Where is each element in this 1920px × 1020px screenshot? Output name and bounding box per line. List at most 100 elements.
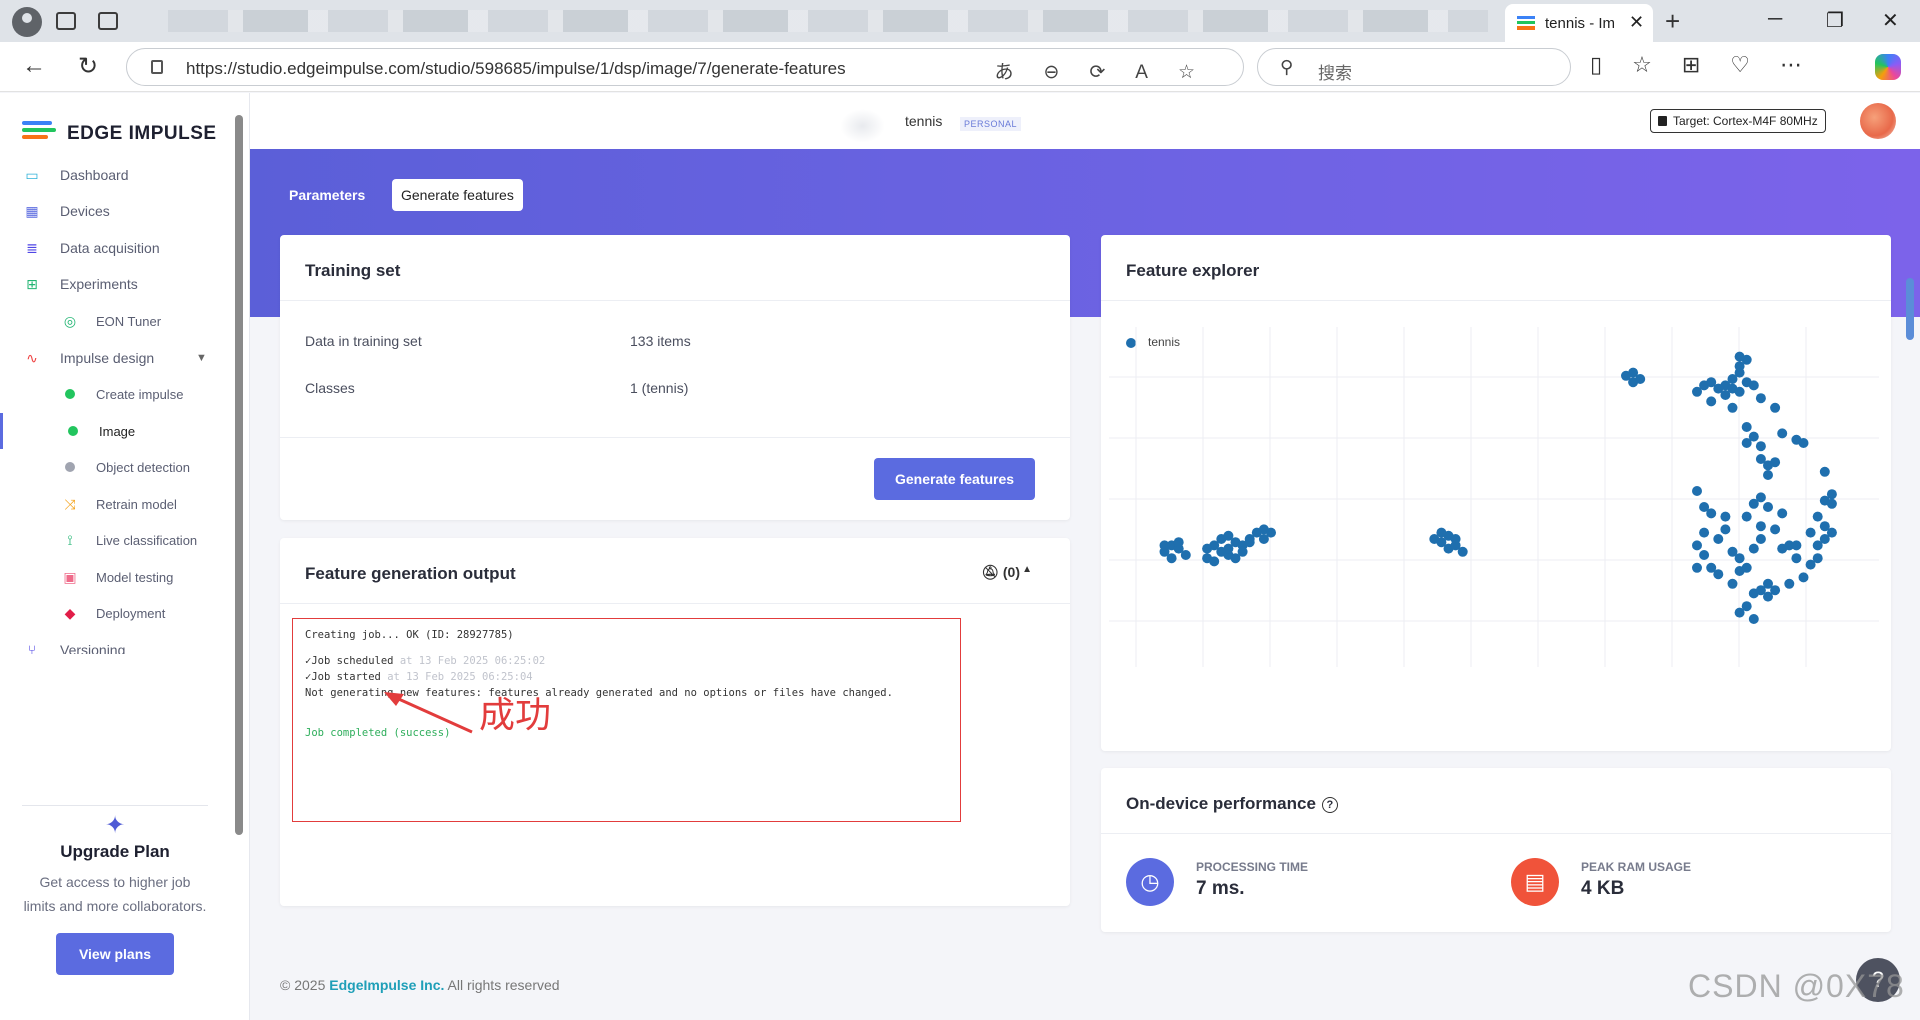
sidebar-item-image[interactable]: Image — [0, 413, 230, 449]
data-point[interactable] — [1805, 527, 1816, 538]
sidebar-item-devices[interactable]: ▦ Devices — [0, 193, 230, 229]
data-point[interactable] — [1741, 422, 1752, 432]
data-point[interactable] — [1791, 540, 1802, 551]
chevron-down-icon[interactable]: ▼ — [196, 352, 207, 364]
data-point[interactable] — [1770, 402, 1781, 413]
data-point[interactable] — [1755, 393, 1766, 404]
data-point[interactable] — [1770, 457, 1781, 468]
sidebar-item-impulse-design[interactable]: ∿ Impulse design ▼ — [0, 340, 230, 376]
data-point[interactable] — [1159, 540, 1170, 551]
data-point[interactable] — [1237, 546, 1248, 557]
data-point[interactable] — [1258, 534, 1269, 544]
data-point[interactable] — [1727, 578, 1738, 589]
user-avatar[interactable] — [1860, 103, 1896, 139]
sidebar-item-dashboard[interactable]: ▭ Dashboard — [0, 157, 230, 193]
data-point[interactable] — [1741, 601, 1752, 612]
data-point[interactable] — [1706, 377, 1717, 388]
copilot-icon[interactable] — [1875, 54, 1901, 80]
data-point[interactable] — [1755, 492, 1766, 503]
data-point[interactable] — [1429, 534, 1440, 544]
minimize-icon[interactable]: ─ — [1768, 8, 1782, 31]
sidebar-item-experiments[interactable]: ⊞ Experiments — [0, 266, 230, 302]
sidebar-item-eon-tuner[interactable]: ◎ EON Tuner — [0, 303, 230, 339]
data-point[interactable] — [1706, 396, 1717, 407]
data-point[interactable] — [1223, 543, 1234, 554]
data-point[interactable] — [1692, 486, 1702, 496]
data-point[interactable] — [1209, 556, 1220, 567]
feature-scatter-plot[interactable] — [1109, 327, 1879, 727]
sidebar-item-deployment[interactable]: ◆ Deployment — [0, 595, 230, 631]
maximize-icon[interactable]: ❐ — [1826, 8, 1844, 33]
data-point[interactable] — [1244, 537, 1255, 548]
data-point[interactable] — [1826, 498, 1837, 509]
target-device-button[interactable]: Target: Cortex-M4F 80MHz — [1650, 109, 1826, 133]
help-icon[interactable]: ? — [1321, 796, 1338, 813]
back-icon[interactable]: ← — [22, 52, 46, 80]
data-point[interactable] — [1812, 540, 1823, 551]
data-point[interactable] — [1770, 524, 1781, 535]
generate-features-button[interactable]: Generate features — [874, 458, 1036, 500]
workspaces-icon[interactable] — [56, 12, 76, 30]
data-point[interactable] — [1755, 534, 1766, 544]
data-point[interactable] — [1450, 534, 1461, 544]
data-point[interactable] — [1798, 438, 1809, 448]
data-point[interactable] — [1741, 562, 1752, 573]
data-point[interactable] — [1692, 540, 1702, 551]
data-point[interactable] — [1755, 441, 1766, 452]
tab-generate-features[interactable]: Generate features — [392, 179, 523, 211]
data-point[interactable] — [1706, 508, 1717, 519]
data-point[interactable] — [1180, 550, 1191, 560]
data-point[interactable] — [1748, 614, 1759, 624]
data-point[interactable] — [1699, 527, 1710, 538]
data-point[interactable] — [1791, 553, 1802, 564]
data-point[interactable] — [1819, 466, 1830, 477]
url-field[interactable]: https://studio.edgeimpulse.com/studio/59… — [126, 48, 1244, 86]
data-point[interactable] — [1777, 428, 1788, 439]
sidebar-item-data-acquisition[interactable]: ≣ Data acquisition — [0, 230, 230, 266]
project-name[interactable]: tennis — [905, 113, 942, 129]
new-tab-icon[interactable]: + — [1665, 6, 1680, 37]
company-link[interactable]: EdgeImpulse Inc. — [329, 977, 444, 993]
close-tab-icon[interactable]: ✕ — [1629, 12, 1644, 33]
data-point[interactable] — [1763, 502, 1773, 512]
view-plans-button[interactable]: View plans — [56, 933, 174, 975]
sidebar-item-live-classification[interactable]: ⟟ Live classification — [0, 522, 230, 558]
notifications-toggle[interactable]: 🔕︎ (0) — [981, 564, 1020, 581]
data-point[interactable] — [1763, 470, 1773, 480]
data-point[interactable] — [1166, 553, 1177, 564]
data-point[interactable] — [1748, 543, 1759, 554]
data-point[interactable] — [1713, 534, 1724, 544]
data-point[interactable] — [1734, 351, 1745, 362]
data-point[interactable] — [1798, 572, 1809, 583]
data-point[interactable] — [1692, 562, 1702, 573]
sidebar-item-object-detection[interactable]: Object detection — [0, 449, 230, 485]
data-point[interactable] — [1202, 543, 1213, 554]
url-tools-icons[interactable]: あ⊖⟳A☆ — [994, 57, 1225, 84]
data-point[interactable] — [1720, 511, 1731, 522]
data-point[interactable] — [1173, 537, 1184, 548]
search-field[interactable]: ⚲ 搜索 — [1257, 48, 1571, 86]
data-point[interactable] — [1628, 367, 1639, 378]
data-point[interactable] — [1748, 380, 1759, 391]
data-point[interactable] — [1763, 591, 1773, 602]
sidebar-item-model-testing[interactable]: ▣ Model testing — [0, 559, 230, 595]
tab-parameters[interactable]: Parameters — [280, 179, 374, 211]
sidebar-scrollbar[interactable] — [234, 101, 244, 1011]
data-point[interactable] — [1734, 553, 1745, 564]
data-point[interactable] — [1777, 508, 1788, 519]
data-point[interactable] — [1734, 386, 1745, 397]
sidebar-item-create-impulse[interactable]: Create impulse — [0, 376, 230, 412]
data-point[interactable] — [1812, 511, 1823, 522]
profile-icon[interactable] — [12, 7, 42, 37]
data-point[interactable] — [1720, 524, 1731, 535]
close-window-icon[interactable]: ✕ — [1882, 8, 1899, 33]
data-point[interactable] — [1805, 559, 1816, 570]
data-point[interactable] — [1457, 546, 1468, 557]
page-scrollbar-thumb[interactable] — [1906, 278, 1914, 340]
collapse-icon[interactable]: ▲ — [1022, 564, 1032, 575]
data-point[interactable] — [1755, 521, 1766, 532]
data-point[interactable] — [1699, 550, 1710, 560]
refresh-icon[interactable]: ↻ — [78, 52, 98, 81]
data-point[interactable] — [1741, 438, 1752, 448]
data-point[interactable] — [1727, 402, 1738, 413]
